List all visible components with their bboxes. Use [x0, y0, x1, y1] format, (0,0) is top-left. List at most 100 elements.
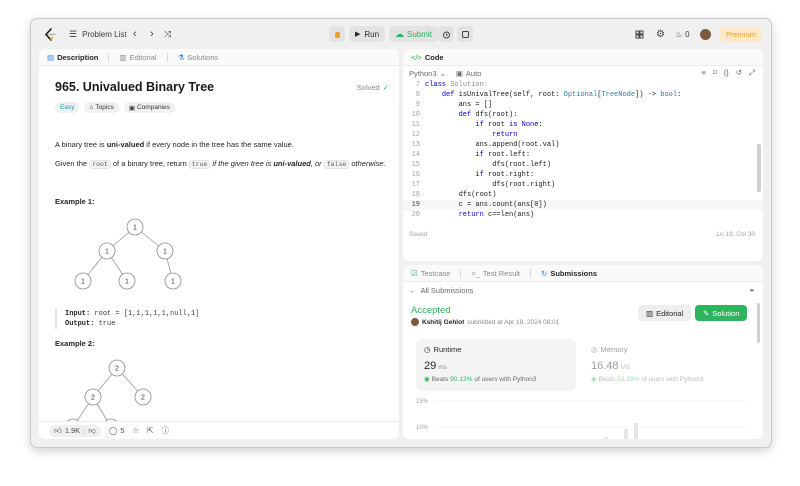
history-icon: ↻	[541, 268, 548, 278]
memory-card[interactable]: ◎ Memory 16.48 MB ◉ Beats 53.19% of users…	[583, 339, 743, 391]
submissions-scrollbar[interactable]	[757, 303, 760, 343]
code-line[interactable]: 7 class Solution:	[403, 80, 763, 90]
comments-button[interactable]: ◯ 5	[109, 426, 125, 435]
badge-icon: ◉	[591, 376, 597, 383]
solution-button[interactable]: ✎ Solution	[695, 305, 748, 321]
badge-icon: ◉	[424, 376, 430, 383]
code-text: return	[492, 131, 518, 139]
run-button[interactable]: ▶ Run	[349, 26, 386, 42]
chart-axis-label: 10%	[416, 425, 429, 431]
code-line[interactable]: 19 c = ans.count(ans[0])	[403, 200, 763, 210]
code-line[interactable]: 11 if root is None:	[403, 120, 763, 130]
tree-node: 2	[91, 395, 95, 402]
code-line[interactable]: 20 return c==len(ans)	[403, 210, 763, 220]
clock-icon: ◷	[424, 345, 431, 354]
tree-node: 1	[125, 279, 129, 286]
code-text: ans = []	[425, 101, 493, 109]
tree-node: 1	[133, 225, 137, 232]
format-icon[interactable]: ≡	[701, 68, 705, 78]
reset-icon[interactable]: ↺	[736, 68, 742, 78]
layout-icon[interactable]	[635, 27, 644, 41]
notes-icon[interactable]	[457, 26, 473, 42]
code-brackets-icon: </>	[411, 52, 422, 62]
example-1-tree-diagram: 1 1 1 1 1 1	[74, 218, 182, 290]
play-icon: ▶	[355, 31, 361, 38]
runtime-card[interactable]: ◷ Runtime 29 ms ◉ Beats 90.13% of users w…	[416, 339, 576, 391]
list-icon: ☰	[69, 28, 78, 39]
help-icon[interactable]: ⓘ	[161, 425, 169, 436]
code-line[interactable]: 13 ans.append(root.val)	[403, 140, 763, 150]
tab-test-result[interactable]: >_ Test Result	[471, 269, 520, 278]
problem-title[interactable]: 965. Univalued Binary Tree	[55, 80, 214, 94]
share-icon[interactable]: ⇱	[147, 426, 153, 435]
tab-submissions[interactable]: ↻ Submissions	[541, 269, 597, 278]
tab-description[interactable]: ▤ Description	[47, 53, 98, 62]
debug-icon[interactable]	[329, 26, 345, 42]
next-problem-icon[interactable]: ›	[150, 27, 154, 41]
description-panel: ▤ Description ▥ Editorial ⚗ Solutions 96…	[39, 49, 399, 439]
code-text: return c==len(ans)	[458, 211, 535, 219]
link-icon[interactable]: ⚭	[749, 286, 755, 295]
premium-button[interactable]: Premium	[720, 27, 763, 42]
problem-list-button[interactable]: ☰ Problem List	[69, 27, 127, 41]
app-window: ☰ Problem List ‹ › ⤨ ▶ Run ☁ Submit ⚙ ♨ …	[30, 18, 772, 448]
problem-statement-2: Given the root of a binary tree, return …	[55, 159, 386, 169]
code-text: if root.left:	[475, 151, 531, 159]
language-select[interactable]: Python3 ⌄	[409, 69, 446, 78]
submission-info: Kshitij Gehlot submitted at Apr 19, 2024…	[411, 318, 559, 326]
chart-bar	[624, 429, 628, 439]
code-text: dfs(root)	[425, 191, 497, 199]
code-line[interactable]: 9 ans = []	[403, 100, 763, 110]
description-footer: 👍︎ 1.9K | 👎︎ ◯ 5 ☆ ⇱ ⓘ	[39, 421, 399, 439]
submissions-header: ← All Submissions ⚭	[403, 282, 763, 299]
fire-icon: ♨	[675, 29, 683, 39]
tab-testcase[interactable]: ☑ Testcase	[411, 269, 450, 278]
code-text: class Solution:	[425, 81, 489, 89]
chart-axis-label: 15%	[416, 399, 429, 405]
code-line[interactable]: 15 dfs(root.left)	[403, 160, 763, 170]
example-2-title: Example 2:	[55, 339, 95, 348]
all-submissions-link[interactable]: ← All Submissions	[409, 286, 473, 295]
autocomplete-toggle[interactable]: ▣ Auto	[456, 69, 482, 78]
submit-button[interactable]: ☁ Submit	[389, 26, 438, 42]
example-1-title: Example 1:	[55, 197, 95, 206]
user-avatar[interactable]	[700, 27, 711, 41]
thumbs-down-icon[interactable]: 👎︎	[88, 426, 96, 436]
code-line[interactable]: 14 if root.left:	[403, 150, 763, 160]
settings-gear-icon[interactable]: ⚙	[656, 27, 665, 41]
line-number: 18	[411, 191, 420, 199]
code-line[interactable]: 18 dfs(root)	[403, 190, 763, 200]
code-line[interactable]: 10 def dfs(root):	[403, 110, 763, 120]
topics-chip[interactable]: ⌂ Topics	[84, 102, 119, 113]
code-line[interactable]: 16 if root.right:	[403, 170, 763, 180]
code-panel: </> Code Python3 ⌄ ▣ Auto ≡ ⌑ {} ↺ ⤢ 7 cl…	[403, 49, 763, 261]
code-text: c = ans.count(ans[0])	[425, 201, 547, 209]
bookmark-icon[interactable]: ⌑	[713, 68, 717, 78]
leetcode-logo-icon[interactable]	[44, 28, 56, 41]
code-line[interactable]: 17 dfs(root.right)	[403, 180, 763, 190]
code-text: if root is None:	[475, 121, 543, 129]
expand-icon[interactable]: ⤢	[749, 68, 755, 78]
tab-editorial[interactable]: ▥ Editorial	[119, 53, 156, 62]
tab-code[interactable]: </> Code	[411, 53, 444, 62]
braces-icon[interactable]: {}	[724, 68, 729, 78]
companies-chip[interactable]: ▣ Companies	[123, 102, 175, 113]
timer-icon[interactable]	[438, 26, 454, 42]
code-editor[interactable]: 7 class Solution: 8 def isUnivalTree(self,…	[403, 80, 763, 220]
like-button[interactable]: 👍︎ 1.9K | 👎︎	[49, 424, 101, 437]
code-line[interactable]: 12 return	[403, 130, 763, 140]
solved-status: Solved ✓	[356, 83, 389, 92]
prev-problem-icon[interactable]: ‹	[133, 27, 137, 41]
edit-icon: ✎	[703, 308, 710, 318]
line-number: 7	[415, 81, 420, 89]
star-icon[interactable]: ☆	[132, 426, 139, 435]
editor-scrollbar[interactable]	[757, 144, 761, 192]
editorial-button[interactable]: ▥ Editorial	[638, 305, 692, 321]
description-tabs: ▤ Description ▥ Editorial ⚗ Solutions	[39, 49, 399, 66]
shuffle-icon[interactable]: ⤨	[164, 27, 171, 41]
runtime-distribution-chart[interactable]: 15% 10% 5%	[416, 393, 746, 439]
streak-counter[interactable]: ♨ 0	[675, 27, 690, 41]
tab-solutions[interactable]: ⚗ Solutions	[178, 53, 219, 62]
code-line[interactable]: 8 def isUnivalTree(self, root: Optional[…	[403, 90, 763, 100]
code-text: def dfs(root):	[458, 111, 518, 119]
